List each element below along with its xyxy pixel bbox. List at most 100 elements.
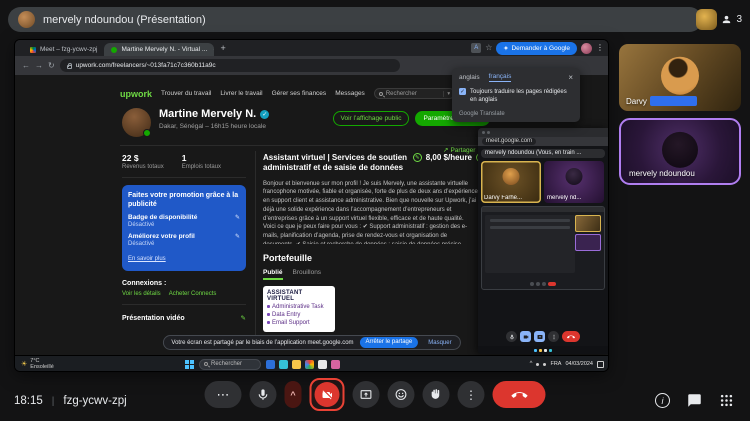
- taskbar-app-icon[interactable]: [266, 359, 275, 369]
- upwork-logo[interactable]: upwork: [120, 89, 152, 99]
- connects-buy-link[interactable]: Acheter Connects: [169, 291, 217, 297]
- taskbar-app-icon[interactable]: [318, 359, 327, 369]
- lock-icon: [66, 62, 73, 69]
- edit-pencil-icon[interactable]: ✎: [235, 233, 240, 240]
- edit-pencil-icon[interactable]: ✎: [412, 153, 422, 162]
- edit-pencil-icon[interactable]: ✎: [241, 314, 246, 322]
- keyboard-language[interactable]: FRA: [550, 361, 561, 367]
- activities-grid-button[interactable]: [719, 393, 734, 408]
- tab-drafts[interactable]: Brouillons: [293, 269, 322, 280]
- pip-tile-darvy[interactable]: Darvy Farhe...: [481, 161, 541, 203]
- translate-checkbox[interactable]: ✓: [459, 88, 466, 95]
- taskbar-app-icon[interactable]: [331, 359, 340, 369]
- participant-tile-darvy[interactable]: Darvy: [619, 44, 741, 111]
- ask-google-label: Demander à Google: [511, 44, 570, 52]
- connects-details-link[interactable]: Voir les détails: [122, 291, 161, 297]
- pip-tile-mervely[interactable]: mervely nd...: [544, 161, 604, 203]
- hide-banner-link[interactable]: Masquer: [428, 340, 451, 346]
- stop-sharing-button[interactable]: Arrêter le partage: [359, 337, 419, 348]
- pip-hangup-button[interactable]: [562, 331, 580, 342]
- reactions-button[interactable]: [387, 381, 415, 408]
- tab-published[interactable]: Publié: [263, 269, 283, 280]
- ask-google-button[interactable]: Demander à Google: [496, 41, 577, 55]
- back-icon[interactable]: ←: [22, 61, 30, 70]
- presentation-banner[interactable]: mervely ndoundou (Présentation): [8, 7, 702, 32]
- overview-description: Bonjour et bienvenue sur mon profil ! Je…: [263, 180, 478, 244]
- wifi-icon[interactable]: [536, 362, 540, 366]
- portfolio-tabs: Publié Brouillons: [263, 269, 485, 280]
- taskbar-center: Rechercher: [185, 358, 340, 370]
- tab-close-icon[interactable]: ×: [213, 46, 214, 53]
- tray-expand-icon[interactable]: ^: [530, 361, 533, 367]
- raise-hand-button[interactable]: [422, 381, 450, 408]
- video-intro-section: Présentation vidéo ✎: [122, 314, 246, 323]
- divider: [122, 177, 246, 178]
- translate-tab-french[interactable]: français: [488, 73, 512, 82]
- taskbar-search-input[interactable]: Rechercher: [199, 358, 261, 370]
- portfolio-card[interactable]: ASSISTANT VIRTUEL Administrative Task Da…: [263, 285, 335, 332]
- promo-link[interactable]: En savoir plus: [128, 256, 166, 262]
- profile-stats: 22 $ Revenus totaux 1 Emplois totaux: [122, 153, 246, 170]
- pip-nested-tile: [575, 234, 601, 251]
- promo-item-availability: Badge de disponibilité ✎ Désactivé: [128, 214, 240, 228]
- pip-camera-button[interactable]: [520, 331, 531, 342]
- overview-title: Assistant virtuel | Services de soutien …: [263, 153, 408, 173]
- taskbar-app-icon[interactable]: [305, 359, 314, 369]
- windows-start-button[interactable]: [185, 359, 194, 369]
- translate-tab-english[interactable]: anglais: [459, 74, 480, 81]
- taskbar-app-icon[interactable]: [292, 359, 301, 369]
- stat-value: 1: [181, 153, 187, 163]
- volume-icon[interactable]: [543, 362, 547, 366]
- search-scope-dropdown[interactable]: ▾: [443, 90, 450, 97]
- chrome-profile-avatar[interactable]: [581, 42, 592, 54]
- profile-avatar[interactable]: [122, 108, 151, 137]
- portfolio-card-title: ASSISTANT VIRTUEL: [267, 289, 303, 302]
- pip-taskbar: [478, 346, 608, 354]
- address-bar[interactable]: upwork.com/freelancers/~013fa71c7c360b11…: [59, 59, 400, 72]
- notification-center-icon[interactable]: [597, 360, 604, 368]
- pip-present-button[interactable]: [534, 331, 545, 342]
- nav-finances[interactable]: Gérer ses finances: [272, 90, 327, 97]
- participant-tile-mervely[interactable]: mervely ndoundou: [619, 118, 741, 185]
- participants-indicator[interactable]: 3: [696, 7, 742, 32]
- nav-deliver-work[interactable]: Livrer le travail: [220, 90, 262, 97]
- public-view-button[interactable]: Voir l’affichage public: [332, 111, 410, 126]
- camera-off-button[interactable]: [314, 382, 340, 407]
- pip-more-button[interactable]: [548, 331, 559, 342]
- tab-meet[interactable]: Meet – fzg-ycwv-zpj: [23, 43, 104, 56]
- upwork-search-input[interactable]: Rechercher ▾: [373, 88, 456, 99]
- leave-call-button[interactable]: [492, 381, 546, 408]
- more-controls-button[interactable]: ⋮: [457, 381, 485, 408]
- meeting-details-button[interactable]: i: [655, 393, 670, 408]
- promo-item-boost: Améliorez votre profil ✎ Désactivé: [128, 233, 240, 247]
- promo-item-label: Badge de disponibilité: [128, 214, 198, 222]
- present-button[interactable]: [352, 381, 380, 408]
- pip-tile-name: mervely nd...: [547, 195, 582, 201]
- mic-button[interactable]: [249, 381, 277, 408]
- share-banner-message: Votre écran est partagé par le biais de …: [171, 339, 354, 346]
- close-icon[interactable]: ×: [568, 73, 573, 82]
- weather-desc: Ensoleillé: [30, 364, 54, 371]
- edit-pencil-icon[interactable]: ✎: [235, 214, 240, 221]
- taskbar-weather-widget[interactable]: ☀ 7°C Ensoleillé: [21, 358, 54, 370]
- new-tab-button[interactable]: +: [220, 44, 225, 53]
- presentation-label: mervely ndoundou (Présentation): [43, 13, 206, 26]
- taskbar-search-placeholder: Rechercher: [211, 361, 243, 367]
- nav-find-work[interactable]: Trouver du travail: [161, 90, 211, 97]
- chrome-menu-icon[interactable]: ⋮: [596, 44, 604, 52]
- taskbar-clock[interactable]: 04/03/2024: [565, 361, 593, 367]
- forward-icon[interactable]: →: [35, 61, 43, 70]
- pip-nested-screenshare: [481, 206, 605, 290]
- more-options-button[interactable]: ⋯: [204, 381, 242, 408]
- reload-icon[interactable]: ↻: [48, 61, 55, 70]
- taskbar-app-icon[interactable]: [279, 359, 288, 369]
- pip-mic-button[interactable]: [506, 331, 517, 342]
- nav-messages[interactable]: Messages: [335, 90, 365, 97]
- translate-icon[interactable]: A: [471, 43, 482, 53]
- camera-options-chevron[interactable]: ^: [284, 381, 302, 408]
- bullet-icon: [267, 313, 270, 317]
- tab-upwork[interactable]: Martine Mervely N. - Virtual ... ×: [104, 43, 215, 56]
- chat-button[interactable]: [687, 393, 702, 408]
- bookmark-star-icon[interactable]: ☆: [485, 44, 492, 52]
- profile-location: Dakar, Sénégal – 16h15 heure locale: [159, 123, 266, 130]
